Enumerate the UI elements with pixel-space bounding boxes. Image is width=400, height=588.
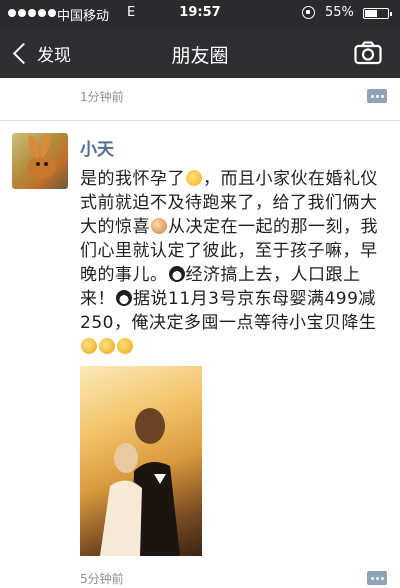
moment-post: 小天 是的我怀孕了 ，而且小家伙在婚礼仪式前就迫不及待跑来了，给了我们俩大大的惊喜… [0,121,400,588]
penguin-emoji-icon [168,266,185,282]
page-title: 朋友圈 [171,45,229,67]
post-text-part: 是的我怀孕了 [80,169,185,189]
battery-icon [363,8,392,19]
nav-bar: 发现 朋友圈 [0,28,400,78]
rabbit-avatar-image [28,134,56,179]
post-text: 是的我怀孕了 ，而且小家伙在婚礼仪式前就迫不及待跑来了，给了我们俩大大的惊喜 从决定… [80,167,392,359]
post-timestamp: 1分钟前 [80,90,124,104]
post-photo[interactable] [80,366,202,556]
couple-photo-image [100,408,180,556]
post-timestamp: 5分钟前 [80,572,124,586]
moments-feed[interactable]: 1分钟前 小天 是的我怀孕了 ，而且小家伙在婚礼仪式前就迫不及待跑来了，给了我们俩… [0,78,400,588]
laugh-emoji-icon [117,338,133,354]
comment-icon[interactable] [367,571,387,585]
laugh-emoji-icon [81,338,97,354]
post-author[interactable]: 小天 [80,135,114,160]
status-bar: 中国移动 E 19:57 55% [0,0,400,28]
post-text-body: 是的我怀孕了 ，而且小家伙在婚礼仪式前就迫不及待跑来了，给了我们俩大大的惊喜 从决定… [80,167,392,359]
battery-percent: 55% [325,5,354,20]
post-footer: 5分钟前 [0,567,400,588]
blush-emoji-icon [151,218,167,234]
avatar[interactable] [12,133,68,189]
laugh-emoji-icon [99,338,115,354]
rotation-lock-icon [302,6,315,19]
smile-emoji-icon [186,170,202,186]
previous-post-footer: 1分钟前 [0,78,400,112]
comment-icon[interactable] [367,89,387,103]
battery-fill [365,10,377,17]
penguin-emoji-icon [116,290,132,306]
camera-icon[interactable] [354,41,382,65]
